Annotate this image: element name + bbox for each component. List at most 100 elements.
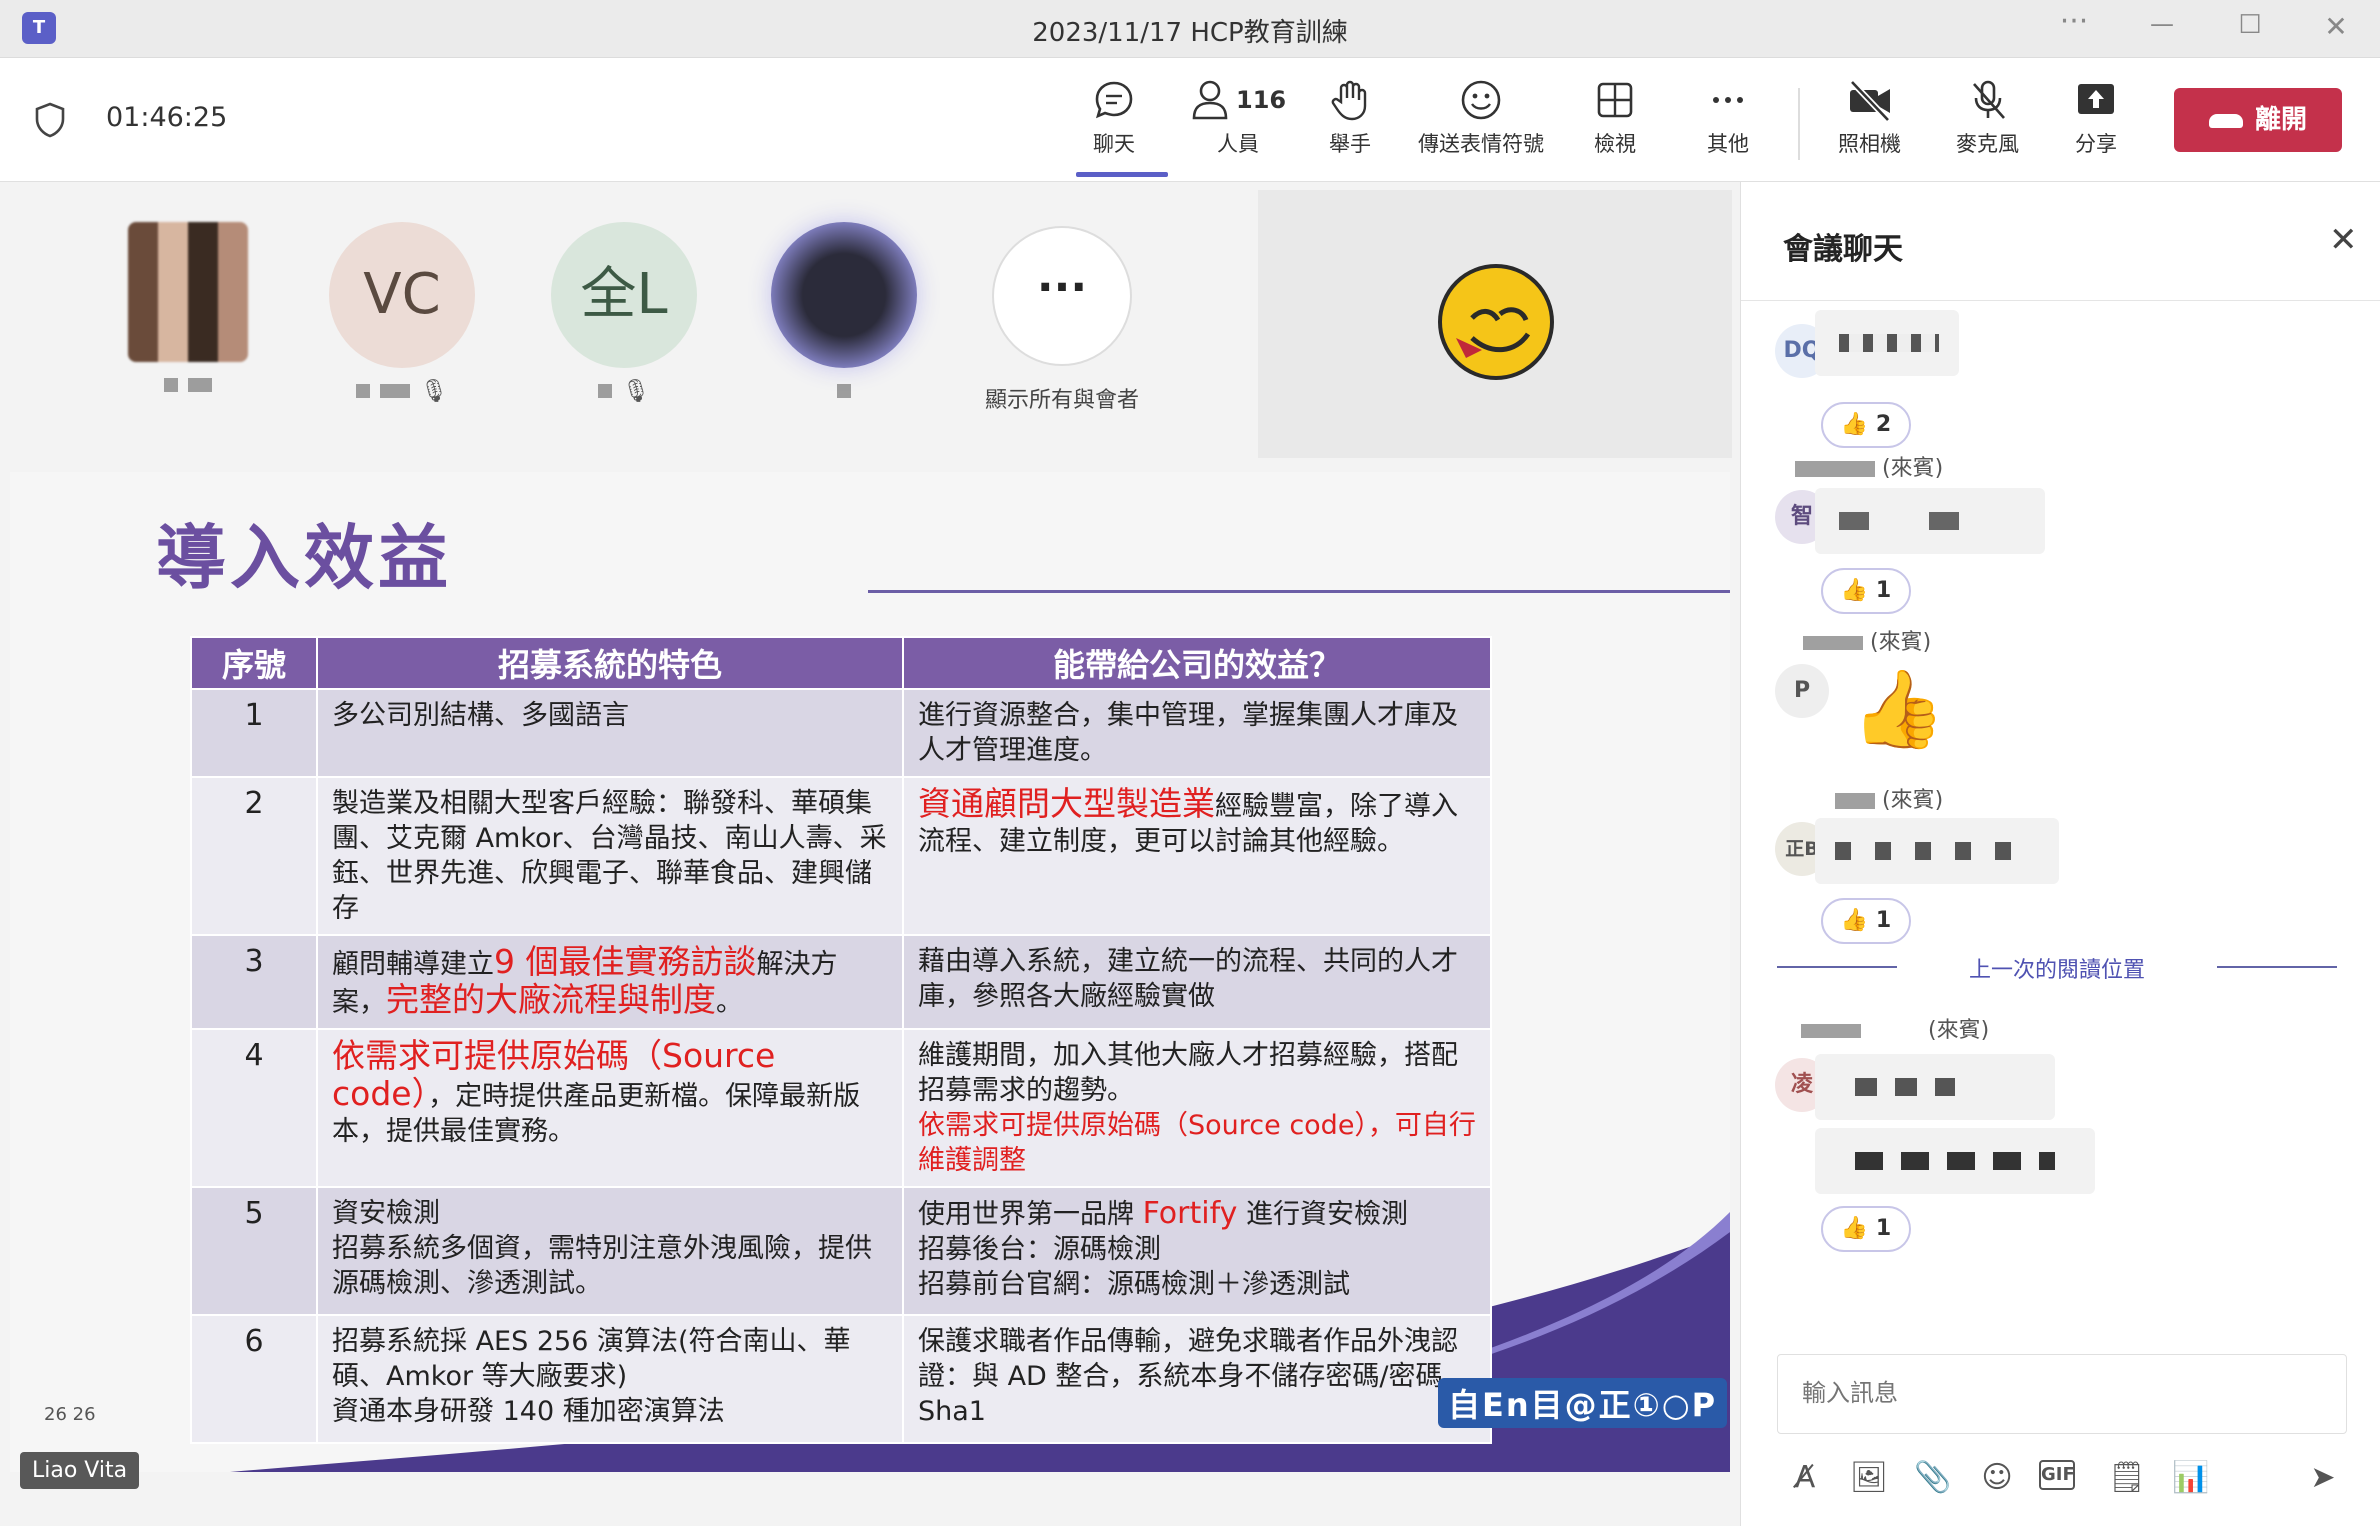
participant-tile-speaking[interactable] <box>764 222 924 400</box>
chat-icon <box>1095 81 1133 119</box>
sender-name: (來賓) <box>1803 624 1931 656</box>
row-num: 3 <box>190 934 318 1030</box>
like-reaction[interactable]: 👍 1 <box>1821 898 1911 944</box>
row-feature: 多公司別結構、多國語言 <box>316 688 904 778</box>
people-label: 人員 <box>1217 132 1260 156</box>
leave-button[interactable]: 離開 <box>2174 88 2342 152</box>
gif-icon[interactable]: GIF <box>2039 1460 2075 1490</box>
like-reaction[interactable]: 👍 1 <box>1821 568 1911 614</box>
feature-text: 。 <box>716 987 743 1018</box>
row-num: 2 <box>190 776 318 936</box>
highlight-text: 資通顧問大型製造業 <box>918 784 1215 823</box>
participant-avatar: VC <box>329 222 475 368</box>
sticker-icon[interactable]: 🗒 <box>2105 1460 2149 1495</box>
show-all-label: 顯示所有與會者 <box>984 388 1139 413</box>
camera-label: 照相機 <box>1838 132 1901 156</box>
participant-avatar <box>771 222 917 368</box>
participant-avatar: 全L <box>551 222 697 368</box>
highlight-text: 9 個最佳實務訪談 <box>494 942 757 981</box>
table-header-row: 序號 招募系統的特色 能帶給公司的效益？ <box>190 636 1492 690</box>
image-icon[interactable]: 🖼 <box>1847 1460 1891 1495</box>
slide-logo: 自En目@正①○P <box>1438 1378 1728 1428</box>
row-num: 4 <box>190 1028 318 1188</box>
chat-button[interactable]: 聊天 <box>1092 78 1136 158</box>
show-all-participants-button[interactable]: ··· <box>992 226 1132 366</box>
message-bubble <box>1815 310 1959 376</box>
chat-active-indicator <box>1076 172 1168 177</box>
share-button[interactable]: 分享 <box>2074 78 2118 158</box>
participant-name-redacted: 🎙 <box>322 379 482 404</box>
leave-label: 離開 <box>2254 105 2307 135</box>
window-title: 2023/11/17 HCP教育訓練 <box>1032 18 1348 48</box>
mic-label: 麥克風 <box>1956 132 2019 156</box>
hand-icon <box>1331 80 1367 121</box>
slide-title-underline <box>868 590 1730 593</box>
row-benefit: 保護求職者作品傳輸，避免求職者作品外洩認證：與 AD 整合，系統本身不儲存密碼/… <box>902 1314 1492 1444</box>
row-num: 6 <box>190 1314 318 1444</box>
row-feature: 依需求可提供原始碼（Source code），定時提供產品更新檔。保障最新版本，… <box>316 1028 904 1188</box>
close-chat-icon[interactable]: ✕ <box>2329 220 2358 260</box>
emoji-icon[interactable]: ☺ <box>1975 1460 2019 1495</box>
presenter-name-tag: Liao Vita <box>20 1452 140 1489</box>
message-bubble <box>1815 488 2045 554</box>
send-icon[interactable]: ➤ <box>2301 1460 2345 1495</box>
chat-label: 聊天 <box>1093 132 1135 156</box>
maximize-icon[interactable]: ☐ <box>2230 10 2270 40</box>
close-icon[interactable]: ✕ <box>2316 10 2356 43</box>
send-reaction-button[interactable]: 傳送表情符號 <box>1418 78 1544 158</box>
table-row: 5 資安檢測 招募系統多個資，需特別注意外洩風險，提供源碼檢測、滲透測試。 使用… <box>190 1186 1492 1316</box>
like-reaction[interactable]: 👍 1 <box>1821 1206 1911 1252</box>
message-bubble <box>1815 1054 2055 1120</box>
participant-tile[interactable]: VC 🎙 <box>322 222 482 404</box>
send-reaction-label: 傳送表情符號 <box>1418 132 1544 156</box>
feature-text: 顧問輔導建立 <box>332 949 494 980</box>
benefit-text: 使用世界第一品牌 <box>918 1199 1143 1230</box>
share-screen-icon <box>2078 84 2114 114</box>
like-reaction[interactable]: 👍 2 <box>1821 402 1911 448</box>
benefits-table: 序號 招募系統的特色 能帶給公司的效益？ 1 多公司別結構、多國語言 進行資源整… <box>190 636 1492 1444</box>
ellipsis-icon <box>1713 97 1743 103</box>
more-label: 其他 <box>1707 132 1749 156</box>
mic-off-icon <box>1972 80 2005 119</box>
chat-panel-title: 會議聊天 <box>1783 232 1903 267</box>
attach-icon[interactable]: 📎 <box>1911 1460 1955 1495</box>
participant-tile[interactable]: 全L 🎙 <box>544 222 704 404</box>
meeting-stage: VC 🎙 全L 🎙 ··· 顯示所有與會者 導入效益 序號 招募系統的特色 能帶… <box>0 182 1740 1526</box>
message-bubble <box>1815 1128 2095 1194</box>
table-row: 1 多公司別結構、多國語言 進行資源整合，集中管理，掌握集團人才庫及人才管理進度… <box>190 688 1492 778</box>
more-button[interactable]: 其他 <box>1706 78 1750 158</box>
row-num: 1 <box>190 688 318 778</box>
mic-button[interactable]: 麥克風 <box>1956 78 2019 158</box>
participant-tile[interactable] <box>108 222 268 394</box>
minimize-icon[interactable]: — <box>2142 10 2182 38</box>
table-row: 6 招募系統採 AES 256 演算法(符合南山、華碩、Amkor 等大廠要求)… <box>190 1314 1492 1444</box>
participant-video <box>128 222 248 362</box>
presenter-video-tile[interactable] <box>1258 190 1732 458</box>
camera-button[interactable]: 照相機 <box>1838 78 1901 158</box>
phone-hangup-icon <box>2208 113 2243 128</box>
avatar-emoji-icon <box>1438 264 1554 380</box>
row-feature: 招募系統採 AES 256 演算法(符合南山、華碩、Amkor 等大廠要求) 資… <box>316 1314 904 1444</box>
highlight-text: 完整的大廠流程與制度 <box>386 980 716 1019</box>
raise-hand-button[interactable]: 舉手 <box>1328 78 1372 158</box>
row-feature: 顧問輔導建立9 個最佳實務訪談解決方案，完整的大廠流程與制度。 <box>316 934 904 1030</box>
share-label: 分享 <box>2075 132 2117 156</box>
poll-icon[interactable]: 📊 <box>2169 1460 2213 1495</box>
slide-title: 導入效益 <box>156 517 452 599</box>
people-icon <box>1192 80 1228 120</box>
chat-message-input[interactable] <box>1777 1354 2347 1434</box>
format-icon[interactable]: A̸ <box>1783 1460 1827 1495</box>
toolbar-separator <box>1798 88 1800 160</box>
table-row: 4 依需求可提供原始碼（Source code），定時提供產品更新檔。保障最新版… <box>190 1028 1492 1188</box>
camera-off-icon <box>1849 79 1890 122</box>
people-button[interactable]: 116 人員 <box>1190 78 1286 158</box>
more-options-icon[interactable]: ··· <box>2054 4 2094 39</box>
slide-page-number: 26 26 <box>44 1404 96 1425</box>
view-button[interactable]: 檢視 <box>1593 78 1637 158</box>
meeting-toolbar: 01:46:25 聊天 116 人員 舉手 傳送表情符號 檢視 其他 照相機 麥… <box>0 58 2380 182</box>
raise-hand-label: 舉手 <box>1329 132 1371 156</box>
mic-muted-icon: 🎙 <box>420 378 448 404</box>
grid-view-icon <box>1597 82 1633 118</box>
highlight-text: Fortify <box>1142 1196 1238 1231</box>
header-benefit: 能帶給公司的效益？ <box>902 636 1492 690</box>
